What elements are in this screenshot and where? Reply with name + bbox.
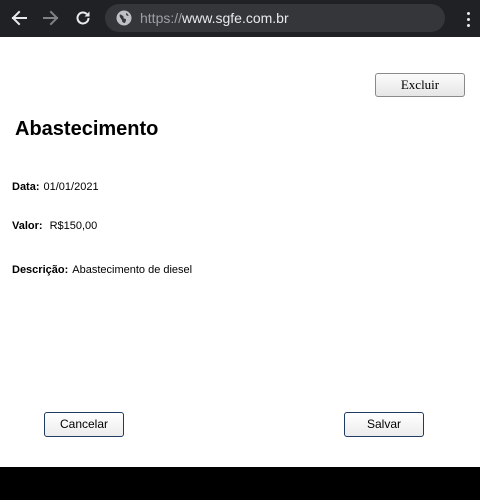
amount-field: Valor: R$150,00: [12, 220, 97, 232]
page-title: Abastecimento: [15, 118, 159, 140]
page-content: Excluir Abastecimento Data: 01/01/2021 Va…: [0, 37, 480, 467]
date-value: 01/01/2021: [43, 181, 99, 193]
amount-label: Valor:: [12, 220, 43, 232]
description-label: Descrição:: [12, 264, 69, 276]
address-bar[interactable]: https://www.sgfe.com.br: [105, 4, 445, 32]
cancel-button[interactable]: Cancelar: [44, 412, 124, 437]
date-field: Data: 01/01/2021: [12, 181, 99, 193]
description-value: Abastecimento de diesel: [72, 264, 193, 276]
bottom-bar: [0, 467, 480, 500]
back-arrow-icon[interactable]: [7, 6, 31, 30]
browser-toolbar: https://www.sgfe.com.br: [0, 0, 480, 37]
url-host: www.sgfe.com.br: [182, 10, 289, 26]
save-button[interactable]: Salvar: [344, 412, 424, 437]
globe-icon[interactable]: [116, 10, 132, 26]
delete-button[interactable]: Excluir: [375, 73, 465, 97]
url-scheme: https://: [140, 10, 183, 26]
amount-value: R$150,00: [49, 220, 98, 232]
reload-icon[interactable]: [71, 6, 95, 30]
date-label: Data:: [12, 181, 40, 193]
forward-arrow-icon[interactable]: [39, 6, 63, 30]
url-text[interactable]: https://www.sgfe.com.br: [140, 9, 289, 27]
more-vertical-icon[interactable]: [458, 8, 478, 30]
description-field: Descrição: Abastecimento de diesel: [12, 264, 192, 276]
